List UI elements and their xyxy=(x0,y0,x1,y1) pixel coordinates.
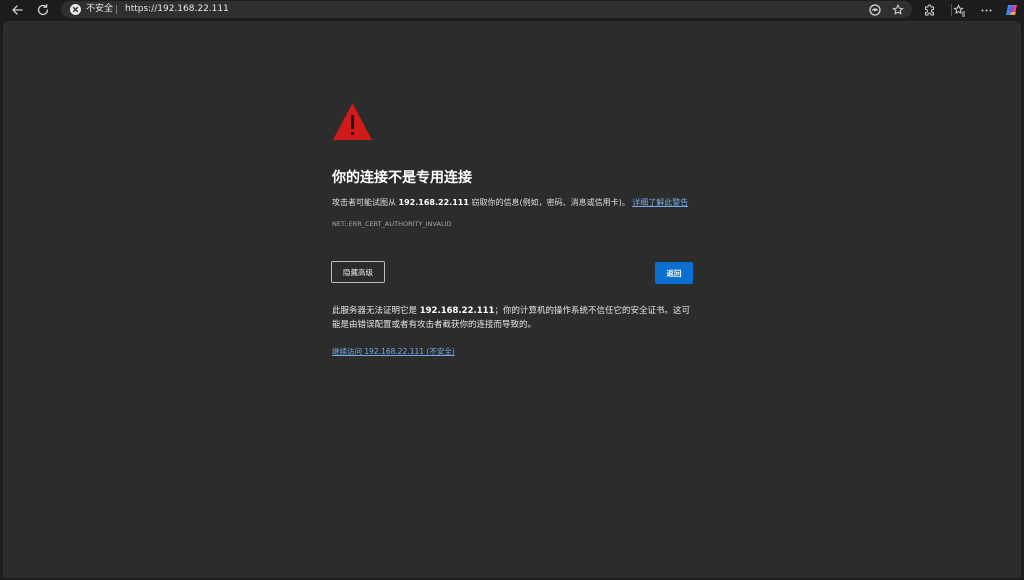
back-arrow-icon[interactable] xyxy=(9,2,25,18)
learn-more-link[interactable]: 详细了解此警告 xyxy=(632,198,688,207)
desc-host: 192.168.22.111 xyxy=(398,198,469,207)
favorite-star-icon[interactable] xyxy=(891,3,904,16)
address-bar[interactable]: 不安全 https://192.168.22.111 xyxy=(61,1,912,18)
detail-prefix: 此服务器无法证明它是 xyxy=(332,306,418,316)
detail-host: 192.168.22.111 xyxy=(419,306,495,316)
favorites-icon[interactable] xyxy=(951,2,967,18)
hide-advanced-button[interactable]: 隐藏高级 xyxy=(331,261,385,283)
page-title: 你的连接不是专用连接 xyxy=(332,170,472,186)
not-secure-icon[interactable] xyxy=(70,4,81,15)
refresh-icon[interactable] xyxy=(35,2,51,18)
url-text[interactable]: https://192.168.22.111 xyxy=(125,3,229,16)
error-code: NET::ERR_CERT_AUTHORITY_INVALID xyxy=(332,220,452,228)
extensions-icon[interactable] xyxy=(921,2,937,18)
advanced-detail-text: 此服务器无法证明它是 192.168.22.111；你的计算机的操作系统不信任它… xyxy=(332,304,694,332)
warning-icon xyxy=(333,103,372,140)
copilot-icon[interactable] xyxy=(1004,2,1020,18)
immersive-reader-icon[interactable] xyxy=(868,3,881,16)
desc-prefix: 攻击者可能试图从 xyxy=(332,198,396,207)
browser-toolbar: 不安全 https://192.168.22.111 xyxy=(0,0,1024,20)
more-options-icon[interactable] xyxy=(978,2,994,18)
desc-suffix: 窃取你的信息(例如，密码、消息或信用卡)。 xyxy=(471,198,630,207)
proceed-unsafe-link-wrapper: 继续访问 192.168.22.111 (不安全) xyxy=(332,346,455,358)
proceed-unsafe-link[interactable]: 继续访问 192.168.22.111 (不安全) xyxy=(332,347,455,356)
warning-description: 攻击者可能试图从 192.168.22.111 窃取你的信息(例如，密码、消息或… xyxy=(332,197,688,209)
address-divider xyxy=(116,5,117,14)
security-status-label[interactable]: 不安全 xyxy=(86,3,113,16)
page-content xyxy=(3,21,1021,578)
back-button[interactable]: 返回 xyxy=(655,262,693,284)
